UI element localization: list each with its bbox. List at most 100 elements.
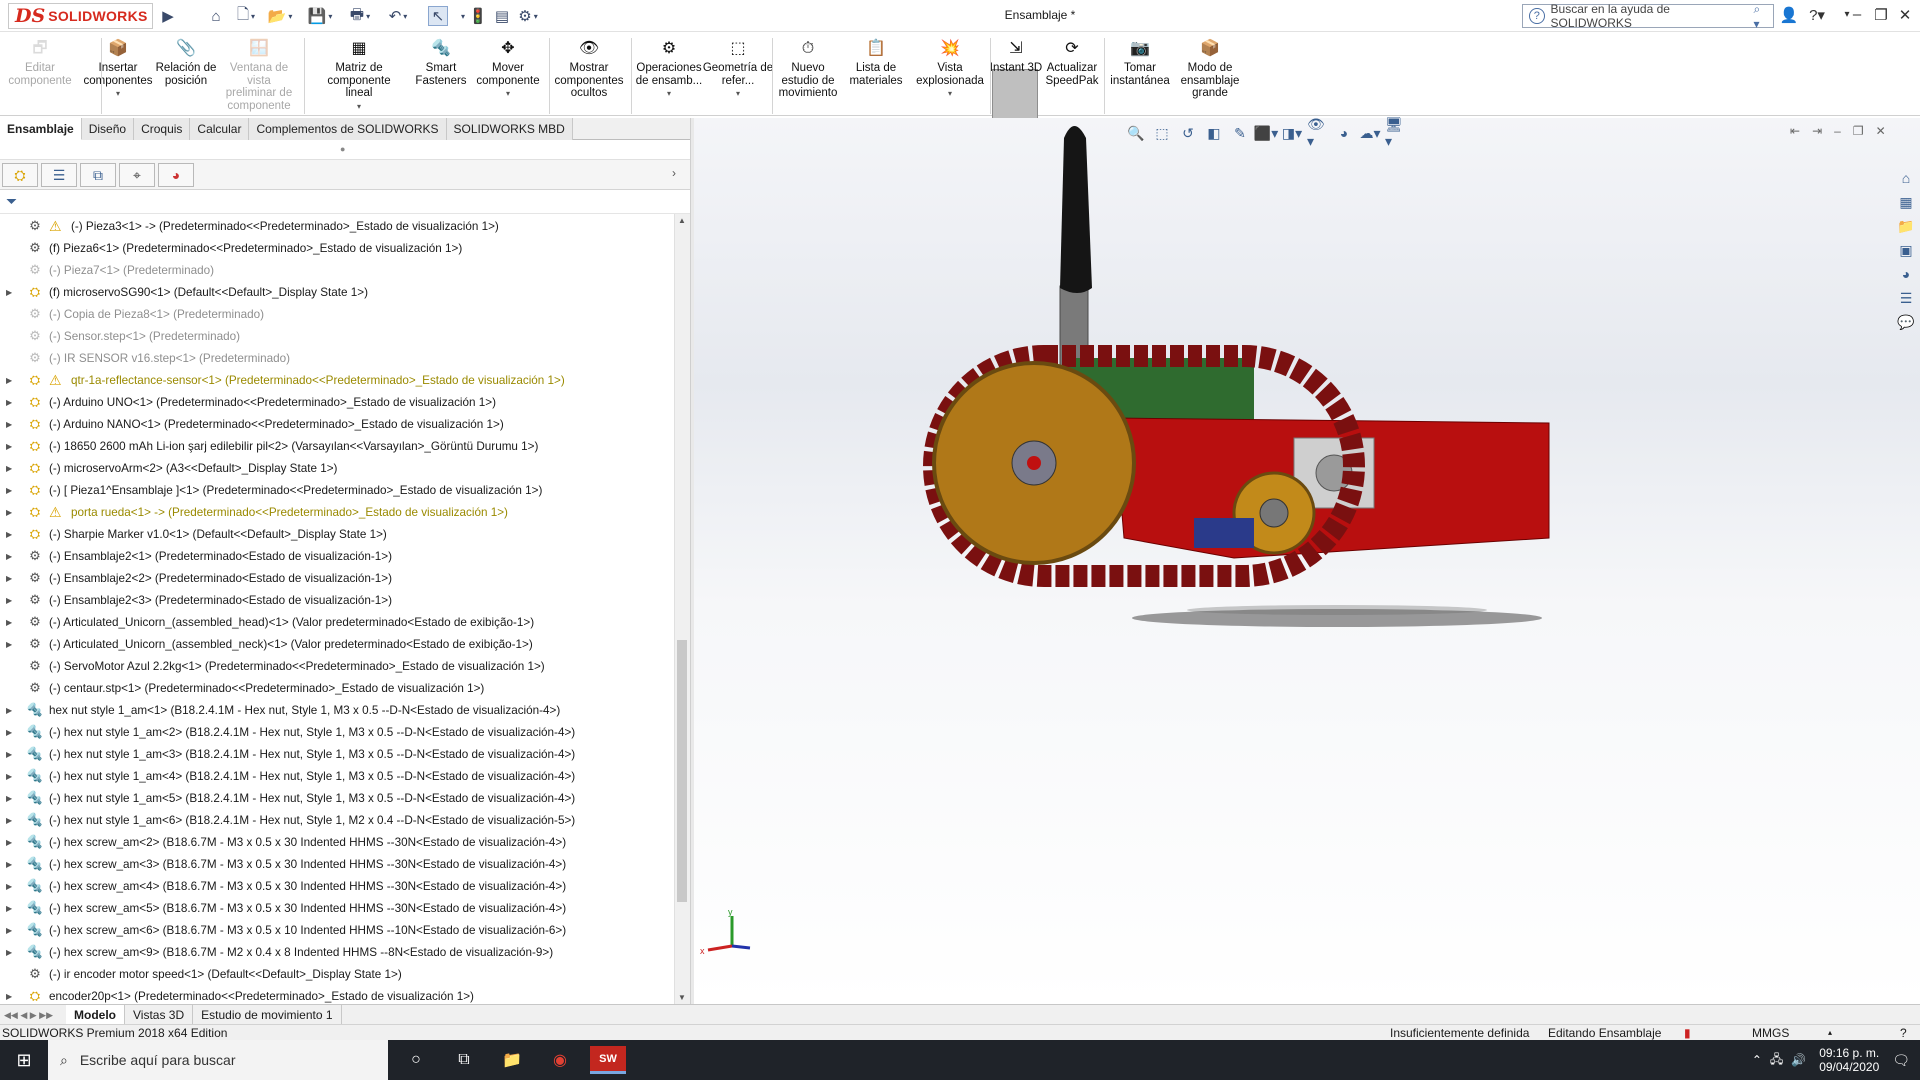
expand-arrow-icon[interactable]: ▶ (6, 464, 16, 473)
units-dropdown-icon[interactable]: ▴ (1828, 1025, 1832, 1041)
expand-arrow-icon[interactable]: ▶ (6, 508, 16, 517)
scroll-up-icon[interactable]: ▲ (678, 216, 686, 225)
tab-scroll-arrows[interactable]: ◀◀ ◀ ▶ ▶▶ (0, 1005, 66, 1025)
open-folder-icon[interactable]: 📂 ▾ (268, 6, 293, 26)
restore-window-icon[interactable]: ❐ (1870, 6, 1892, 24)
windows-start-icon[interactable]: ⊞ (4, 1046, 44, 1074)
expand-arrow-icon[interactable]: ▶ (6, 618, 16, 627)
component-preview-window-button[interactable]: 🪟 Ventana de vista preliminar de componen… (223, 38, 295, 112)
collapse-handle[interactable]: ● (340, 144, 345, 154)
tree-item[interactable]: ⚙ (-) Copia de Pieza8<1> (Predeterminado) (0, 303, 674, 325)
show-hidden-components-button[interactable]: 👁 Mostrar componentes ocultos (553, 38, 625, 100)
tree-item[interactable]: ⚙ (-) IR SENSOR v16.step<1> (Predetermina… (0, 347, 674, 369)
tree-item[interactable]: ▶ ⛭ (-) microservoArm<2> (A3<<Default>_Dis… (0, 457, 674, 479)
tree-item[interactable]: ▶ 🔩 (-) hex nut style 1_am<4> (B18.2.4.1M … (0, 765, 674, 787)
design-library-icon[interactable]: ▦ (1895, 192, 1917, 212)
tree-item[interactable]: ▶ 🔩 (-) hex screw_am<4> (B18.6.7M - M3 x 0… (0, 875, 674, 897)
dropdown-arrow-icon[interactable]: ▾ (736, 88, 740, 101)
exploded-view-button[interactable]: 💥 Vista explosionada ▾ (914, 38, 986, 101)
expand-arrow-icon[interactable]: ▶ (6, 288, 16, 297)
network-icon[interactable]: 🖧 (1770, 1050, 1783, 1071)
expand-arrow-icon[interactable]: ▶ (6, 992, 16, 1001)
unit-system[interactable]: MMGS (1752, 1025, 1789, 1041)
large-assembly-mode-button[interactable]: 📦 Modo de ensamblaje grande (1174, 38, 1246, 100)
tree-item[interactable]: ▶ ⛭ (-) 18650 2600 mAh Li-ion şarj edilebi… (0, 435, 674, 457)
expand-arrow-icon[interactable]: ▶ (6, 596, 16, 605)
tree-item[interactable]: ▶ ⛭ (-) Sharpie Marker v1.0<1> (Default<<D… (0, 523, 674, 545)
view-orientation-icon[interactable]: ⬛▾ (1254, 123, 1278, 143)
tab-complementos-de-solidworks[interactable]: Complementos de SOLIDWORKS (249, 118, 447, 140)
file-explorer-icon[interactable]: 📁 (1895, 216, 1917, 236)
expand-arrow-icon[interactable]: ▶ (6, 926, 16, 935)
tile-left-icon[interactable]: ⇤ (1790, 124, 1800, 138)
edit-appearance-icon[interactable]: ◕ (1333, 123, 1355, 143)
tab-ensamblaje[interactable]: Ensamblaje (0, 118, 82, 140)
view-settings-icon[interactable]: 🖥▾ (1385, 116, 1407, 149)
undo-icon[interactable]: ↶ ▾ (388, 6, 408, 26)
tree-item[interactable]: ▶ 🔩 (-) hex screw_am<3> (B18.6.7M - M3 x 0… (0, 853, 674, 875)
linear-component-pattern-button[interactable]: ▦ Matriz de componente lineal ▾ (323, 38, 395, 113)
expand-arrow-icon[interactable]: ▶ (6, 860, 16, 869)
tree-item[interactable]: ▶ 🔩 (-) hex screw_am<5> (B18.6.7M - M3 x 0… (0, 897, 674, 919)
dropdown-arrow-icon[interactable]: ▾ (506, 88, 510, 101)
solidworks-taskbar-icon[interactable]: SW (590, 1046, 626, 1074)
tree-item[interactable]: ▶ ⛭ encoder20p<1> (Predeterminado<<Predete… (0, 985, 674, 1004)
appearances-icon[interactable]: ◕ (1895, 264, 1917, 284)
tree-item[interactable]: ▶ ⚙ (-) Ensamblaje2<1> (Predeterminado<Est… (0, 545, 674, 567)
dropdown-arrow-icon[interactable]: ▾ (948, 88, 952, 101)
viewport-restore-icon[interactable]: ❐ (1853, 124, 1864, 138)
model-tab-2[interactable]: Estudio de movimiento 1 (193, 1005, 342, 1025)
task-view-icon[interactable]: ⧉ (444, 1046, 484, 1074)
tree-item[interactable]: ⚙ ⚠ (-) Pieza3<1> -> (Predeterminado<<Pred… (0, 215, 674, 237)
tab-solidworks-mbd[interactable]: SOLIDWORKS MBD (446, 118, 573, 140)
move-component-button[interactable]: ✥ Mover componente ▾ (472, 38, 544, 101)
insert-components-button[interactable]: 📦 Insertar componentes ▾ (82, 38, 154, 101)
tree-item[interactable]: ▶ 🔩 (-) hex nut style 1_am<5> (B18.2.4.1M … (0, 787, 674, 809)
tree-item[interactable]: ⚙ (-) Pieza7<1> (Predeterminado) (0, 259, 674, 281)
rebuild-status-icon[interactable]: ▮ (1684, 1025, 1691, 1041)
tree-item[interactable]: ▶ ⛭ (-) Arduino UNO<1> (Predeterminado<<Pr… (0, 391, 674, 413)
chrome-icon[interactable]: ◉ (540, 1046, 580, 1074)
display-style-icon[interactable]: ◨▾ (1281, 123, 1303, 143)
tree-item[interactable]: ▶ 🔩 (-) hex nut style 1_am<6> (B18.2.4.1M … (0, 809, 674, 831)
tab-calcular[interactable]: Calcular (190, 118, 250, 140)
configuration-manager-tab-icon[interactable]: ⧉ (80, 163, 116, 187)
model-tab-1[interactable]: Vistas 3D (125, 1005, 194, 1025)
tree-item[interactable]: ▶ ⛭ (-) [ Pieza1^Ensamblaje ]<1> (Predeter… (0, 479, 674, 501)
previous-view-icon[interactable]: ↺ (1177, 123, 1199, 143)
tab-dise-o[interactable]: Diseño (81, 118, 135, 140)
expand-arrow-icon[interactable]: ▶ (6, 882, 16, 891)
assembly-features-button[interactable]: ⚙ Operaciones de ensamb... ▾ (633, 38, 705, 101)
expand-arrow-icon[interactable]: ▶ (6, 706, 16, 715)
viewport-minimize-icon[interactable]: – (1834, 124, 1841, 138)
tree-item[interactable]: ⚙ (-) ir encoder motor speed<1> (Default<… (0, 963, 674, 985)
expand-arrow-icon[interactable]: ▶ (6, 552, 16, 561)
expand-arrow-icon[interactable]: ▶ (6, 398, 16, 407)
tree-item[interactable]: ⚙ (-) Sensor.step<1> (Predeterminado) (0, 325, 674, 347)
search-icon[interactable]: ⌕ ▾ (1753, 2, 1769, 31)
tree-item[interactable]: ▶ 🔩 (-) hex screw_am<2> (B18.6.7M - M3 x 0… (0, 831, 674, 853)
tab-croquis[interactable]: Croquis (134, 118, 191, 140)
user-icon[interactable]: 👤 (1778, 6, 1800, 24)
status-help-icon[interactable]: ? (1900, 1025, 1907, 1041)
smart-fasteners-button[interactable]: 🔩 Smart Fasteners (405, 38, 477, 87)
tree-item[interactable]: ⚙ (-) centaur.stp<1> (Predeterminado<<Pre… (0, 677, 674, 699)
expand-arrow-icon[interactable]: ▶ (6, 794, 16, 803)
forum-icon[interactable]: 💬 (1895, 312, 1917, 332)
clock[interactable]: 09:16 p. m. 09/04/2020 (1814, 1046, 1884, 1074)
help-icon[interactable]: ?▾ (1806, 6, 1828, 24)
solidworks-logo[interactable]: DS SOLIDWORKS (8, 3, 153, 29)
tile-right-icon[interactable]: ⇥ (1812, 124, 1822, 138)
dropdown-arrow-icon[interactable]: ▾ (667, 88, 671, 101)
section-view-icon[interactable]: ◧ (1203, 123, 1225, 143)
robot-model-render[interactable] (694, 118, 1920, 1004)
tree-item[interactable]: ⚙ (f) Pieza6<1> (Predeterminado<<Predeter… (0, 237, 674, 259)
tray-chevron-icon[interactable]: ⌃ (1752, 1053, 1762, 1067)
edit-component-button[interactable]: 🗗 Editar componente (4, 38, 76, 87)
expand-arrow-icon[interactable]: ▶ (6, 904, 16, 913)
view-palette-icon[interactable]: ▣ (1895, 240, 1917, 260)
save-icon[interactable]: 💾 ▾ (308, 6, 333, 26)
tree-item[interactable]: ▶ ⛭ (-) Arduino NANO<1> (Predeterminado<<P… (0, 413, 674, 435)
hide-show-items-icon[interactable]: 👁▾ (1307, 116, 1329, 149)
tree-item[interactable]: ▶ ⚙ (-) Ensamblaje2<3> (Predeterminado<Est… (0, 589, 674, 611)
